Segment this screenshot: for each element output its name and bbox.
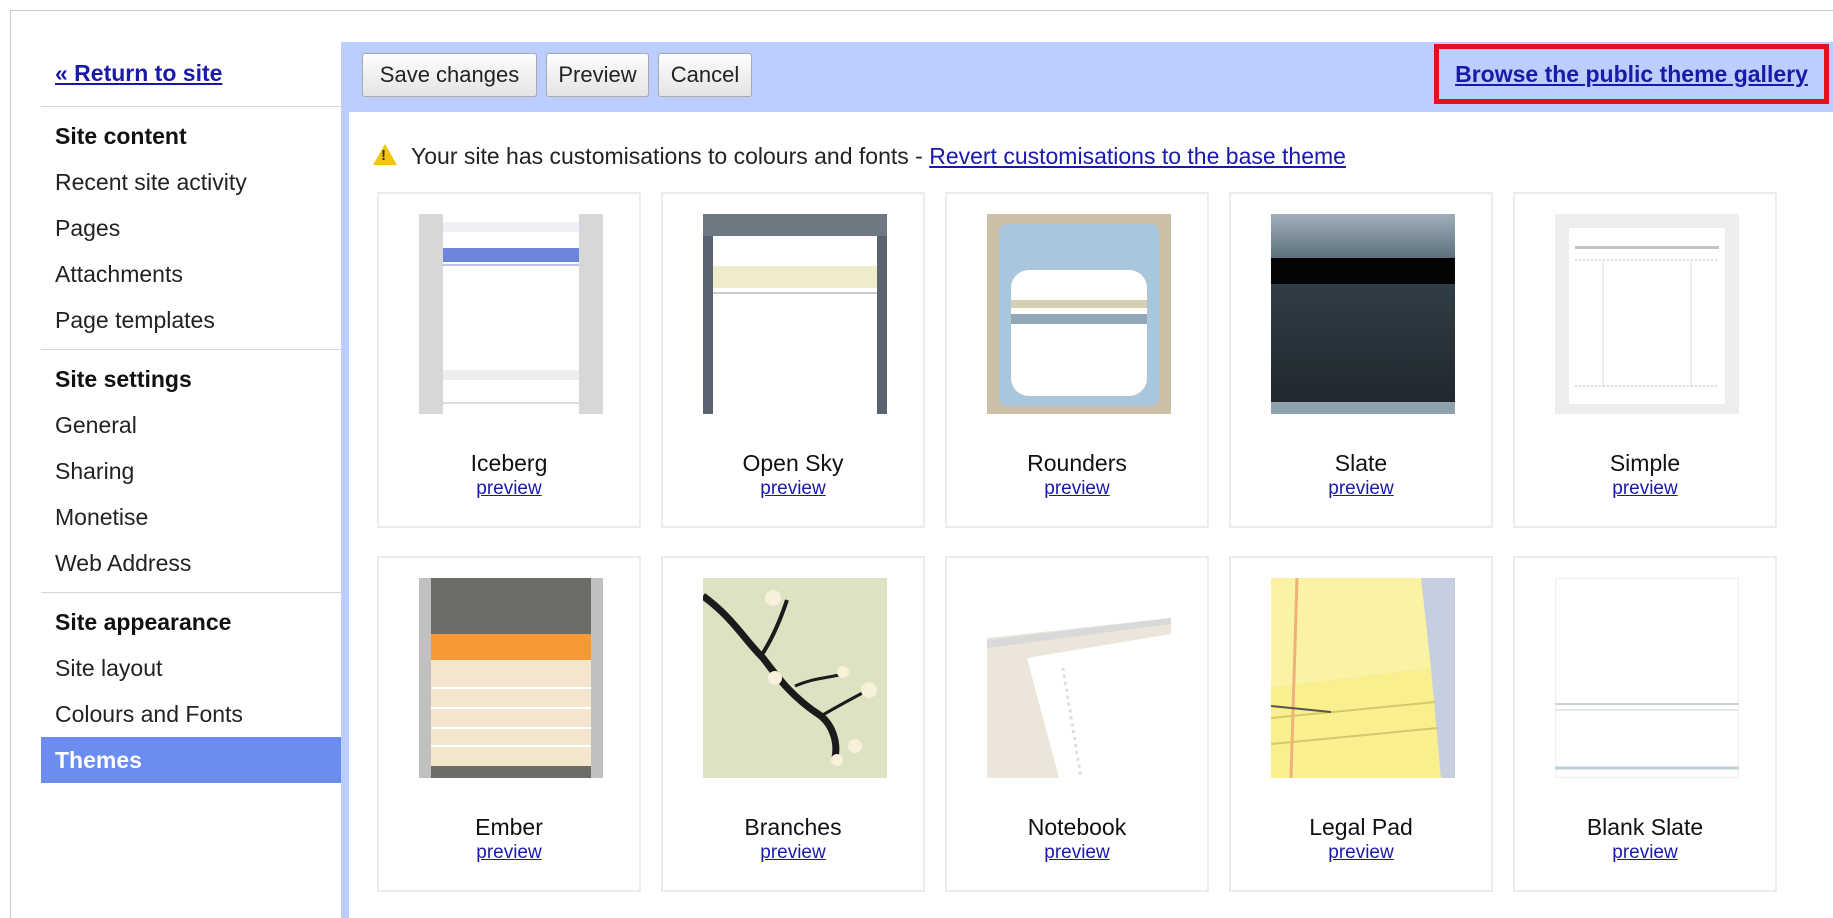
toolbar: Save changes Preview Cancel Browse the p… [349, 42, 1833, 112]
sidebar-item-monetise[interactable]: Monetise [41, 494, 341, 540]
return-to-site-link[interactable]: « Return to site [41, 42, 341, 107]
theme-card-open-sky: Open Sky preview [661, 192, 925, 528]
theme-preview-link[interactable]: preview [1515, 478, 1775, 500]
theme-preview-link[interactable]: preview [663, 478, 923, 500]
theme-preview-link[interactable]: preview [1231, 478, 1491, 500]
theme-name: Iceberg [470, 450, 548, 476]
theme-thumbnail-branches[interactable] [703, 578, 887, 778]
theme-thumbnail-simple[interactable] [1555, 214, 1739, 414]
sidebar-item-recent-site-activity[interactable]: Recent site activity [41, 159, 341, 205]
save-changes-button[interactable]: Save changes [362, 53, 537, 97]
sidebar: « Return to site Site content Recent sit… [41, 42, 341, 789]
theme-preview-link[interactable]: preview [947, 842, 1207, 864]
notice-text: Your site has customisations to colours … [411, 143, 930, 169]
sidebar-item-general[interactable]: General [41, 402, 341, 448]
theme-name: Slate [1334, 450, 1388, 476]
sidebar-item-web-address[interactable]: Web Address [41, 540, 341, 586]
browse-theme-gallery-link[interactable]: Browse the public theme gallery [1455, 61, 1808, 88]
theme-name: Open Sky [742, 450, 844, 476]
theme-name: Ember [475, 814, 543, 840]
theme-card-simple: Simple preview [1513, 192, 1777, 528]
theme-name: Notebook [1027, 814, 1127, 840]
theme-preview-link[interactable]: preview [379, 478, 639, 500]
warning-icon [373, 144, 397, 165]
cancel-button[interactable]: Cancel [658, 53, 752, 97]
sidebar-item-themes[interactable]: Themes [41, 737, 341, 783]
theme-card-notebook: Notebook preview [945, 556, 1209, 892]
theme-preview-link[interactable]: preview [1515, 842, 1775, 864]
theme-thumbnail-open-sky[interactable] [703, 214, 887, 414]
revert-customisations-link[interactable]: Revert customisations to the base theme [929, 143, 1346, 169]
section-title: Site appearance [55, 609, 232, 635]
theme-thumbnail-notebook[interactable] [987, 578, 1171, 778]
sidebar-item-colours-and-fonts[interactable]: Colours and Fonts [41, 691, 341, 737]
theme-thumbnail-iceberg[interactable] [419, 214, 603, 414]
theme-card-ember: Ember preview [377, 556, 641, 892]
theme-thumbnail-ember[interactable] [419, 578, 603, 778]
theme-card-blank-slate: Blank Slate preview [1513, 556, 1777, 892]
section-title: Site content [55, 123, 187, 149]
sidebar-item-pages[interactable]: Pages [41, 205, 341, 251]
theme-preview-link[interactable]: preview [663, 842, 923, 864]
theme-preview-link[interactable]: preview [379, 842, 639, 864]
sidebar-item-sharing[interactable]: Sharing [41, 448, 341, 494]
theme-thumbnail-legal-pad[interactable] [1271, 578, 1455, 778]
preview-button[interactable]: Preview [546, 53, 649, 97]
theme-thumbnail-blank-slate[interactable] [1555, 578, 1739, 778]
theme-card-iceberg: Iceberg preview [377, 192, 641, 528]
section-title: Site settings [55, 366, 192, 392]
sidebar-section-site-appearance: Site appearance Site layout Colours and … [41, 593, 341, 789]
theme-name: Legal Pad [1309, 814, 1413, 840]
theme-thumbnail-slate[interactable] [1271, 214, 1455, 414]
theme-preview-link[interactable]: preview [947, 478, 1207, 500]
sidebar-section-site-content: Site content Recent site activity Pages … [41, 107, 341, 350]
sidebar-item-site-layout[interactable]: Site layout [41, 645, 341, 691]
theme-name: Blank Slate [1586, 814, 1704, 840]
theme-name: Branches [744, 814, 842, 840]
theme-card-branches: Branches preview [661, 556, 925, 892]
theme-name: Rounders [1027, 450, 1127, 476]
theme-thumbnail-rounders[interactable] [987, 214, 1171, 414]
theme-name: Simple [1609, 450, 1681, 476]
sidebar-item-attachments[interactable]: Attachments [41, 251, 341, 297]
theme-card-rounders: Rounders preview [945, 192, 1209, 528]
theme-card-slate: Slate preview [1229, 192, 1493, 528]
gallery-highlight-box: Browse the public theme gallery [1434, 44, 1829, 104]
theme-preview-link[interactable]: preview [1231, 842, 1491, 864]
sidebar-section-site-settings: Site settings General Sharing Monetise W… [41, 350, 341, 593]
customisation-notice: Your site has customisations to colours … [373, 138, 1346, 174]
sidebar-item-page-templates[interactable]: Page templates [41, 297, 341, 343]
theme-card-legal-pad: Legal Pad preview [1229, 556, 1493, 892]
main-panel: Save changes Preview Cancel Browse the p… [341, 42, 1833, 918]
